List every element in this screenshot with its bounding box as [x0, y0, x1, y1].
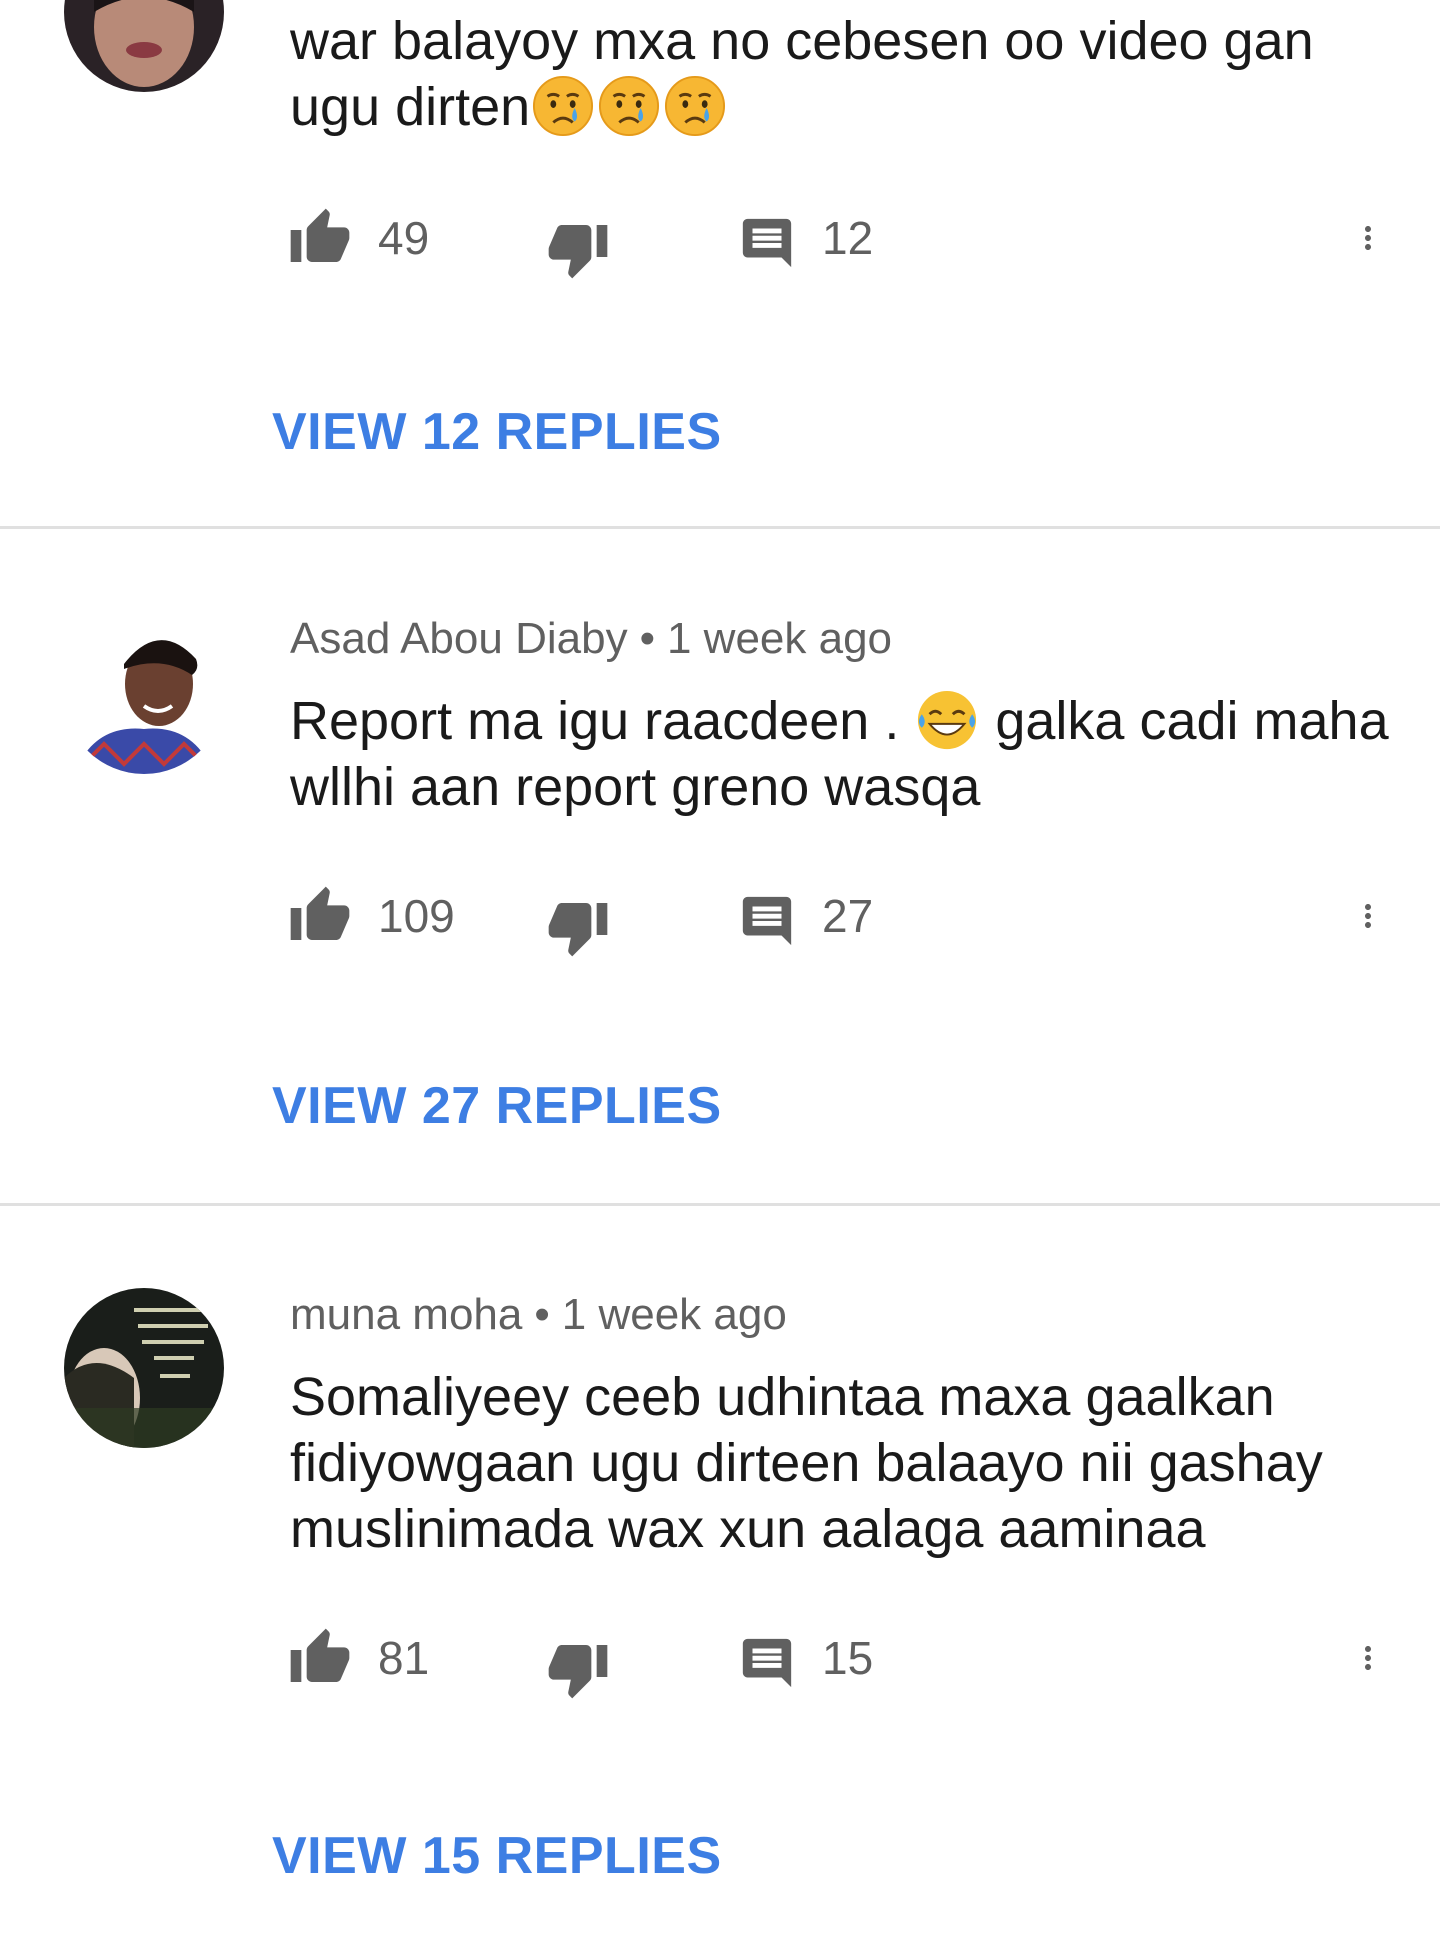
more-options-button[interactable]: [1350, 1618, 1386, 1698]
separator-dot: •: [639, 614, 655, 663]
divider: [0, 526, 1440, 529]
comment-actions: 81 15: [0, 1618, 1440, 1698]
dislike-button[interactable]: [546, 1618, 610, 1698]
timestamp: 1 week ago: [666, 614, 893, 663]
more-options-button[interactable]: [1350, 198, 1386, 278]
view-replies-link[interactable]: VIEW 27 REPLIES: [272, 1076, 722, 1136]
avatar[interactable]: [64, 1288, 224, 1448]
comment-actions: 109 27: [0, 876, 1440, 956]
reply-button[interactable]: 12: [738, 198, 873, 278]
comment-meta: Asad Abou Diaby • 1 week ago: [290, 614, 892, 664]
comment-icon: [738, 892, 796, 950]
reply-count: 27: [822, 890, 874, 942]
comment-meta: muna moha • 1 week ago: [290, 1290, 787, 1340]
more-vert-icon: [1350, 886, 1386, 946]
comment-actions: 49 12: [0, 198, 1440, 278]
timestamp: 1 week ago: [561, 1290, 787, 1339]
tears-of-joy-face-icon: [916, 689, 978, 751]
like-count: 81: [378, 1632, 430, 1684]
comment-text: Report ma igu raacdeen . galka cadi maha…: [290, 689, 1389, 817]
divider: [0, 1203, 1440, 1206]
crying-face-icon: [664, 75, 726, 137]
more-vert-icon: [1350, 208, 1386, 268]
thumbs-up-icon: [288, 206, 352, 270]
avatar[interactable]: [64, 614, 224, 774]
crying-face-icon: [532, 75, 594, 137]
like-button[interactable]: 109: [288, 876, 455, 956]
like-button[interactable]: 49: [288, 198, 429, 278]
comment-text: war balayoy mxa no cebesen oo video gan …: [290, 11, 1314, 137]
reply-count: 15: [822, 1632, 874, 1684]
thumbs-down-icon: [546, 217, 610, 281]
reply-button[interactable]: 27: [738, 876, 873, 956]
like-count: 109: [378, 890, 455, 942]
reply-count: 12: [822, 212, 874, 264]
more-options-button[interactable]: [1350, 876, 1386, 956]
like-count: 49: [378, 212, 430, 264]
dislike-button[interactable]: [546, 198, 610, 278]
author-name[interactable]: muna moha: [290, 1290, 522, 1339]
author-name[interactable]: Asad Abou Diaby: [290, 614, 628, 663]
thumbs-down-icon: [546, 895, 610, 959]
view-replies-link[interactable]: VIEW 12 REPLIES: [272, 402, 722, 462]
comment-icon: [738, 1634, 796, 1692]
view-replies-link[interactable]: VIEW 15 REPLIES: [272, 1826, 722, 1886]
thumbs-up-icon: [288, 1626, 352, 1690]
crying-face-icon: [598, 75, 660, 137]
like-button[interactable]: 81: [288, 1618, 429, 1698]
comment-icon: [738, 214, 796, 272]
thumbs-up-icon: [288, 884, 352, 948]
thumbs-down-icon: [546, 1637, 610, 1701]
reply-button[interactable]: 15: [738, 1618, 873, 1698]
more-vert-icon: [1350, 1628, 1386, 1688]
avatar[interactable]: [64, 0, 224, 92]
separator-dot: •: [534, 1290, 550, 1339]
dislike-button[interactable]: [546, 876, 610, 956]
comment-text: Somaliyeey ceeb udhintaa maxa gaalkan fi…: [290, 1367, 1323, 1559]
